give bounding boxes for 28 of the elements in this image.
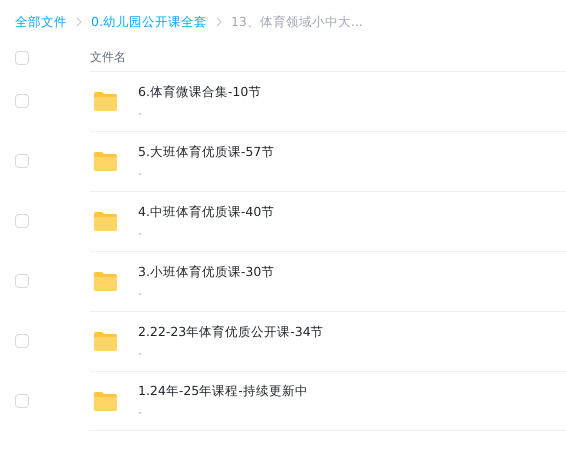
row-checkbox[interactable]: [15, 154, 29, 168]
folder-icon: [93, 331, 118, 352]
select-all-checkbox[interactable]: [15, 50, 29, 64]
file-name[interactable]: 4.中班体育优质课-40节: [138, 204, 274, 220]
file-detail: -: [138, 166, 143, 180]
column-header: 文件名: [90, 49, 126, 66]
file-detail: -: [138, 406, 143, 419]
file-detail: -: [138, 346, 143, 360]
folder-icon: [93, 91, 118, 112]
file-name[interactable]: 2.22-23年体育优质公开课-34节: [138, 324, 324, 340]
file-name[interactable]: 6.体育微课合集-10节: [138, 84, 262, 100]
chevron-icon: [76, 17, 82, 27]
row-checkbox[interactable]: [15, 274, 29, 288]
file-name[interactable]: 1.24年-25年课程-持续更新中: [138, 383, 308, 400]
row-checkbox[interactable]: [15, 94, 29, 108]
file-name[interactable]: 5.大班体育优质课-57节: [138, 144, 274, 160]
folder-icon: [93, 271, 118, 292]
file-detail: -: [138, 226, 143, 240]
folder-icon: [93, 211, 118, 232]
row-checkbox[interactable]: [15, 334, 29, 348]
folder-icon: [93, 390, 118, 412]
file-name[interactable]: 3.小班体育优质课-30节: [138, 264, 274, 280]
folder-icon: [93, 151, 118, 172]
chevron-icon: [216, 17, 222, 27]
row-checkbox[interactable]: [15, 394, 29, 408]
row-checkbox[interactable]: [15, 214, 29, 228]
file-detail: -: [138, 106, 143, 120]
file-detail: -: [138, 286, 143, 300]
